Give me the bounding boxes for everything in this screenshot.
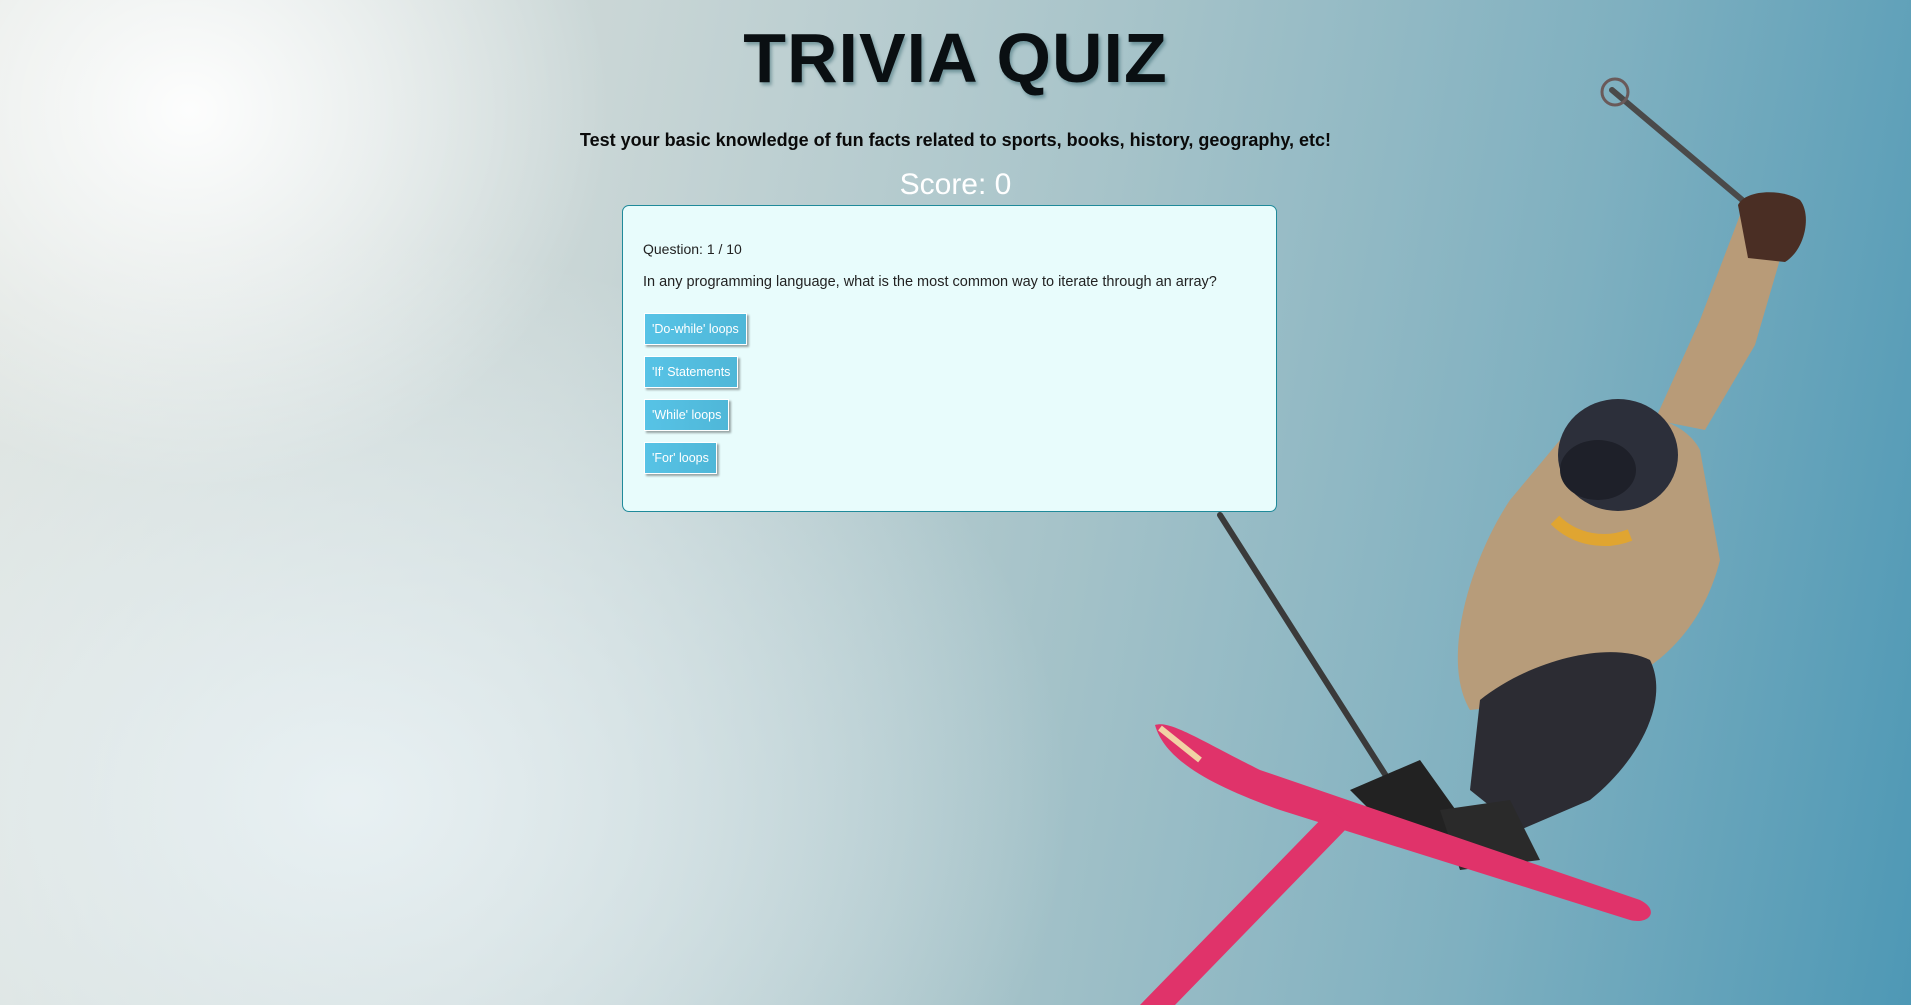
quiz-card: Question: 1 / 10 In any programming lang… (622, 205, 1277, 512)
page-title: TRIVIA QUIZ (743, 19, 1168, 97)
answer-button-for[interactable]: 'For' loops (644, 442, 717, 474)
answer-list: 'Do-while' loops 'If' Statements 'While'… (644, 313, 747, 485)
page-subtitle: Test your basic knowledge of fun facts r… (579, 130, 1332, 150)
question-number: Question: 1 / 10 (643, 241, 742, 257)
question-text: In any programming language, what is the… (643, 274, 1217, 290)
answer-button-do-while[interactable]: 'Do-while' loops (644, 313, 747, 345)
answer-button-if[interactable]: 'If' Statements (644, 356, 739, 388)
score-display: Score: 0 (899, 168, 1012, 201)
answer-button-while[interactable]: 'While' loops (644, 399, 730, 431)
